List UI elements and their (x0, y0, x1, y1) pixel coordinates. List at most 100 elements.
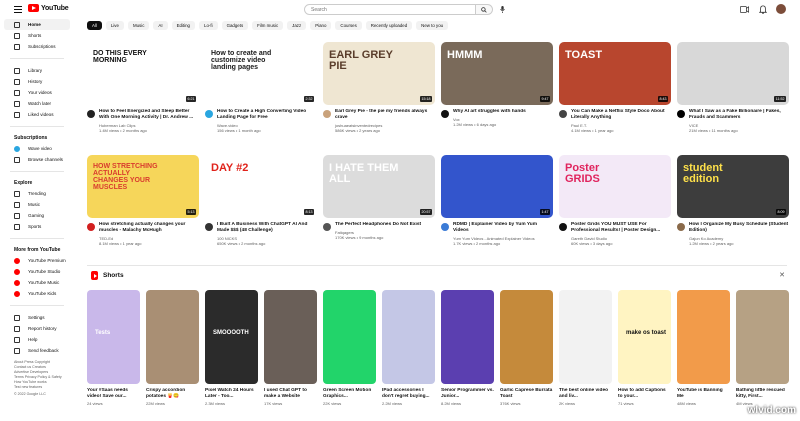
close-icon[interactable]: ✕ (779, 271, 785, 279)
short-thumbnail[interactable] (677, 290, 730, 384)
chip[interactable]: Piano (310, 21, 332, 30)
sidebar-item-youtube-studio[interactable]: YouTube Studio (4, 266, 70, 277)
sidebar-item-report-history[interactable]: Report history (4, 323, 70, 334)
video-card[interactable]: DO THIS EVERY MORNING 6:21 How to Feel E… (87, 42, 199, 155)
video-card[interactable]: student edition 8:09 How I Organize My B… (677, 155, 789, 268)
video-title[interactable]: Poster Grids YOU MUST USE For Profession… (571, 222, 671, 234)
short-thumbnail[interactable] (441, 290, 494, 384)
short-title[interactable]: Bathing little rescued kitty, First... (736, 388, 789, 400)
short-card[interactable]: Garlic Caprese Burrata Toast 376K views (500, 290, 553, 406)
chip[interactable]: AI (153, 21, 168, 30)
short-thumbnail[interactable]: make os toast (618, 290, 671, 384)
short-thumbnail[interactable] (500, 290, 553, 384)
short-title[interactable]: YouTube is Banning Me (677, 388, 730, 400)
notifications-bell-icon[interactable] (758, 4, 767, 14)
video-card[interactable]: DAY #2 8:13 I Built A Business With Chat… (205, 155, 317, 268)
video-card[interactable]: 1:47 RDMD | Explainer Video by Yum Yum V… (441, 155, 553, 268)
short-thumbnail[interactable] (382, 290, 435, 384)
channel-avatar[interactable] (323, 223, 331, 231)
video-card[interactable]: Poster GRIDS Poster Grids YOU MUST USE F… (559, 155, 671, 268)
youtube-logo[interactable]: YouTube (28, 4, 69, 12)
short-title[interactable]: Senior Programmer vs. Junior... (441, 388, 494, 400)
video-card[interactable]: 11:52 What I Saw as a Fake Billionaire |… (677, 42, 789, 155)
video-card[interactable]: EARL GREY PIE 15:18 Earl Grey Pie - the … (323, 42, 435, 155)
sidebar-item-sports[interactable]: Sports (4, 221, 70, 232)
short-card[interactable]: Bathing little rescued kitty, First... 4… (736, 290, 789, 406)
short-title[interactable]: How to add Captions to your... (618, 388, 671, 400)
video-thumbnail[interactable]: I HATE THEM ALL 20:57 (323, 155, 435, 218)
short-card[interactable]: Crispy accordion potatoes 🍟😋 22M views (146, 290, 199, 406)
sidebar-item-library[interactable]: Library (4, 65, 70, 76)
channel-avatar[interactable] (87, 223, 95, 231)
chip[interactable]: Film music (252, 21, 284, 30)
chip[interactable]: Editing (171, 21, 196, 30)
video-thumbnail[interactable]: DO THIS EVERY MORNING 6:21 (87, 42, 199, 105)
channel-avatar[interactable] (559, 223, 567, 231)
channel-avatar[interactable] (87, 110, 95, 118)
short-card[interactable]: YouTube is Banning Me 48M views (677, 290, 730, 406)
video-title[interactable]: What I Saw as a Fake Billionaire | Fakes… (689, 109, 789, 121)
channel-avatar[interactable] (559, 110, 567, 118)
chip[interactable]: Lo-fi (199, 21, 218, 30)
short-card[interactable]: Green Screen Motion Graphics... 22K view… (323, 290, 376, 406)
sidebar-item-gaming[interactable]: Gaming (4, 210, 70, 221)
chip-all[interactable]: All (87, 21, 102, 30)
sidebar-item-youtube-premium[interactable]: YouTube Premium (4, 255, 70, 266)
short-title[interactable]: Green Screen Motion Graphics... (323, 388, 376, 400)
short-thumbnail[interactable] (736, 290, 789, 384)
video-card[interactable]: I HATE THEM ALL 20:57 The Perfect Headph… (323, 155, 435, 268)
channel-avatar[interactable] (441, 223, 449, 231)
video-title[interactable]: Why AI art struggles with hands (453, 109, 526, 115)
short-title[interactable]: The best online video and liv... (559, 388, 612, 400)
sidebar-item-browse-channels[interactable]: Browse channels (4, 154, 70, 165)
short-thumbnail[interactable] (559, 290, 612, 384)
channel-avatar[interactable] (677, 223, 685, 231)
short-thumbnail[interactable] (323, 290, 376, 384)
video-title[interactable]: Earl Grey Pie - the pie my friends alway… (335, 109, 435, 121)
video-thumbnail[interactable]: HOW STRETCHING ACTUALLY CHANGES YOUR MUS… (87, 155, 199, 218)
sidebar-item-help[interactable]: Help (4, 334, 70, 345)
channel-avatar[interactable] (677, 110, 685, 118)
sidebar-item-youtube-kids[interactable]: YouTube Kids (4, 288, 70, 299)
short-title[interactable]: IPad accessories I don't regret buying..… (382, 388, 435, 400)
short-title[interactable]: Garlic Caprese Burrata Toast (500, 388, 553, 400)
sidebar-item-wave-video[interactable]: Wave video (4, 143, 70, 154)
chip[interactable]: Gadgets (221, 21, 249, 30)
sidebar-item-trending[interactable]: Trending (4, 188, 70, 199)
video-title[interactable]: You Can Make a Netflix Style Doco About … (571, 109, 671, 121)
video-thumbnail[interactable]: student edition 8:09 (677, 155, 789, 218)
sidebar-item-send-feedback[interactable]: Send feedback (4, 345, 70, 356)
video-thumbnail[interactable]: HMMM 9:47 (441, 42, 553, 105)
sidebar-item-home[interactable]: Home (4, 19, 70, 30)
footer-links[interactable]: Test new features (14, 385, 74, 390)
video-card[interactable]: How to create and customize video landin… (205, 42, 317, 155)
sidebar-item-watch-later[interactable]: Watch later (4, 98, 70, 109)
short-thumbnail[interactable] (146, 290, 199, 384)
sidebar-item-subscriptions[interactable]: Subscriptions (4, 41, 70, 52)
channel-avatar[interactable] (441, 110, 449, 118)
chip[interactable]: Courses (335, 21, 362, 30)
short-card[interactable]: SMOOOOTH Pixel Watch 24 Hours Later - To… (205, 290, 258, 406)
video-title[interactable]: How to Create a High Converting Video La… (217, 109, 317, 121)
sidebar-item-youtube-music[interactable]: YouTube Music (4, 277, 70, 288)
voice-search-button[interactable] (497, 4, 507, 15)
chip[interactable]: Jazz (287, 21, 307, 30)
video-title[interactable]: How stretching actually changes your mus… (99, 222, 199, 234)
video-title[interactable]: The Perfect Headphones Do Not Exist (335, 222, 421, 228)
create-video-icon[interactable] (740, 5, 749, 14)
sidebar-item-your-videos[interactable]: Your videos (4, 87, 70, 98)
short-card[interactable]: I used Chat GPT to make a Website 17K vi… (264, 290, 317, 406)
chip[interactable]: New to you (416, 21, 449, 30)
chip[interactable]: Live (105, 21, 124, 30)
video-card[interactable]: HOW STRETCHING ACTUALLY CHANGES YOUR MUS… (87, 155, 199, 268)
video-thumbnail[interactable]: How to create and customize video landin… (205, 42, 317, 105)
short-title[interactable]: Crispy accordion potatoes 🍟😋 (146, 388, 199, 400)
short-card[interactable]: Senior Programmer vs. Junior... 8.2M vie… (441, 290, 494, 406)
short-card[interactable]: make os toast How to add Captions to you… (618, 290, 671, 406)
video-title[interactable]: RDMD | Explainer Video by Yum Yum Videos (453, 222, 553, 234)
video-card[interactable]: TOAST 8:43 You Can Make a Netflix Style … (559, 42, 671, 155)
search-input[interactable] (304, 4, 476, 15)
video-thumbnail[interactable]: 1:47 (441, 155, 553, 218)
sidebar-item-settings[interactable]: Settings (4, 312, 70, 323)
video-thumbnail[interactable]: TOAST 8:43 (559, 42, 671, 105)
